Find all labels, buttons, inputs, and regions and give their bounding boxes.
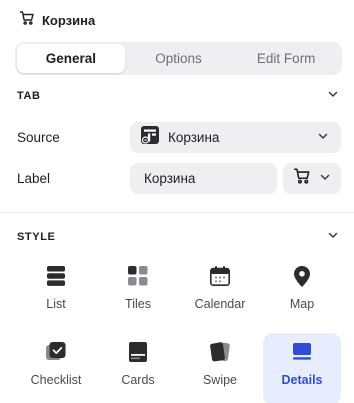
section-divider bbox=[0, 212, 354, 213]
cards-icon bbox=[99, 341, 177, 363]
style-option-label: Swipe bbox=[202, 373, 238, 387]
style-section-title: STYLE bbox=[17, 231, 56, 243]
chevron-down-icon bbox=[319, 170, 331, 188]
style-option-calendar[interactable]: Calendar bbox=[181, 257, 259, 329]
style-option-label: Checklist bbox=[30, 373, 82, 387]
source-label: Source bbox=[17, 130, 60, 145]
tab-section-header[interactable]: TAB bbox=[17, 88, 339, 104]
cart-icon bbox=[293, 167, 311, 190]
tab-section-title: TAB bbox=[17, 90, 41, 102]
style-option-list[interactable]: List bbox=[17, 257, 95, 329]
source-value: Корзина bbox=[168, 130, 220, 145]
source-select[interactable]: Корзина bbox=[130, 122, 341, 153]
style-option-checklist[interactable]: Checklist bbox=[17, 333, 95, 403]
tab-edit-form[interactable]: Edit Form bbox=[232, 44, 340, 73]
details-icon bbox=[263, 341, 341, 363]
style-option-tiles[interactable]: Tiles bbox=[99, 257, 177, 329]
label-label: Label bbox=[17, 171, 51, 186]
cart-icon bbox=[19, 10, 35, 31]
style-option-label: Map bbox=[289, 297, 315, 311]
chevron-down-icon bbox=[327, 87, 339, 105]
tab-bar: General Options Edit Form bbox=[15, 42, 342, 75]
swipe-icon bbox=[181, 341, 259, 363]
calendar-icon bbox=[181, 265, 259, 287]
style-option-label: Details bbox=[281, 373, 323, 387]
label-input[interactable]: Корзина bbox=[130, 163, 277, 194]
style-option-swipe[interactable]: Swipe bbox=[181, 333, 259, 403]
style-option-label: Calendar bbox=[194, 297, 246, 311]
chevron-down-icon bbox=[327, 228, 339, 246]
list-icon bbox=[17, 265, 95, 287]
style-section-header[interactable]: STYLE bbox=[17, 229, 339, 245]
style-option-label: Cards bbox=[121, 373, 155, 387]
panel-header: Корзина bbox=[19, 10, 96, 31]
style-option-label: Tiles bbox=[125, 297, 151, 311]
style-option-label: List bbox=[46, 297, 66, 311]
map-pin-icon bbox=[263, 265, 341, 287]
tab-general[interactable]: General bbox=[17, 44, 125, 73]
style-option-cards[interactable]: Cards bbox=[99, 333, 177, 403]
style-option-map[interactable]: Map bbox=[263, 257, 341, 329]
tiles-icon bbox=[99, 265, 177, 287]
checklist-icon bbox=[17, 341, 95, 363]
chevron-down-icon bbox=[317, 129, 329, 147]
table-source-icon bbox=[140, 125, 160, 150]
panel-title: Корзина bbox=[42, 12, 96, 28]
tab-options[interactable]: Options bbox=[125, 44, 233, 73]
icon-picker-button[interactable] bbox=[283, 163, 341, 194]
style-option-details[interactable]: Details bbox=[263, 333, 341, 403]
